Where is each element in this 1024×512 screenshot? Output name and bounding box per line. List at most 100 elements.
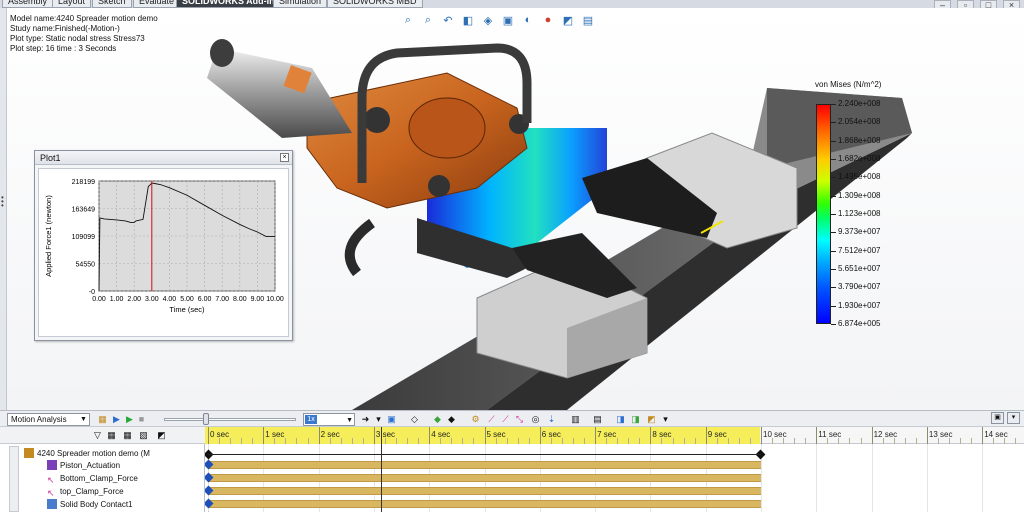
tree-item-piston-actuation[interactable]: Piston_Actuation — [47, 459, 120, 472]
stop-icon[interactable]: ■ — [136, 414, 147, 425]
plot-setup-icon[interactable]: ◨ — [630, 414, 641, 425]
legend-label: 7.512e+007 — [838, 245, 881, 255]
filter-selected-icon[interactable]: ▧ — [138, 430, 149, 441]
ruler-minor-tick — [628, 438, 630, 444]
playback-speed-select[interactable]: 1x ▼ — [303, 413, 355, 426]
legend-label: 5.651e+007 — [838, 264, 881, 273]
legend-tick — [831, 177, 836, 179]
legend-tick — [831, 214, 836, 215]
y-tick-label: 109099 — [72, 234, 95, 241]
time-bar[interactable] — [208, 500, 761, 508]
calculate-icon[interactable]: ▦ — [97, 414, 108, 425]
contact-icon — [47, 499, 57, 509]
timeline-active-range — [205, 427, 760, 444]
legend-tick — [831, 250, 836, 252]
timeline[interactable]: 0 sec 1 sec 2 sec 3 sec 4 sec 5 sec 6 sec 7 sec… — [205, 427, 1024, 512]
ruler-minor-tick — [384, 438, 386, 444]
legend-label: 1.123e+008 — [838, 209, 881, 218]
tree-item-label: Piston_Actuation — [60, 461, 121, 470]
animation-wizard-icon[interactable]: ◇ — [409, 414, 420, 425]
time-bar[interactable] — [208, 487, 761, 495]
tree-root-label: 4240 Spreader motion demo (M — [37, 449, 150, 458]
plot-close-button[interactable]: × — [280, 153, 289, 162]
plot-window[interactable]: Plot1 × 0.00 1.00 2.00 3.00 4.00 5.00 6.00 7.00… — [34, 150, 293, 341]
ruler-minor-tick — [827, 438, 829, 444]
ruler-tick — [429, 427, 431, 444]
time-bar[interactable] — [208, 474, 761, 482]
filter-animated-icon[interactable]: ▦ — [106, 430, 117, 441]
playback-slider-thumb[interactable] — [203, 413, 209, 425]
spring-icon[interactable]: ⟋ — [486, 414, 497, 425]
ruler-minor-tick — [528, 438, 530, 444]
hide-show-icon[interactable]: ◐ — [521, 13, 535, 27]
tab-evaluate[interactable]: Evaluate — [133, 0, 181, 8]
tree-item-solid-body-contact[interactable]: Solid Body Contact1 — [47, 498, 133, 511]
legend-label: 1.930e+007 — [838, 300, 881, 310]
ruler-minor-tick — [838, 438, 840, 444]
legend-label: 9.373e+007 — [838, 227, 881, 237]
display-manager-icon[interactable]: ▤ — [581, 13, 595, 27]
view-orientation-icon[interactable]: ◈ — [481, 13, 495, 27]
playback-slider[interactable] — [164, 418, 296, 421]
panel-float-button[interactable]: ▣ — [991, 412, 1004, 424]
contact-icon[interactable]: ◎ — [530, 414, 541, 425]
add-key-icon[interactable]: ◆ — [446, 414, 457, 425]
ruler-minor-tick — [683, 438, 685, 444]
motion-feature-tree: 4240 Spreader motion demo (M Piston_Actu… — [0, 444, 205, 512]
tab-solidworks-mbd[interactable]: SOLIDWORKS MBD — [327, 0, 423, 8]
tab-sketch[interactable]: Sketch — [92, 0, 132, 8]
time-cursor[interactable] — [381, 427, 382, 512]
damper-icon[interactable]: ⟋ — [500, 414, 511, 425]
panel-collapse-button[interactable]: ▾ — [1007, 412, 1020, 424]
zoom-area-icon[interactable]: ⌕ — [421, 13, 435, 27]
ruler-minor-tick — [462, 438, 464, 444]
motor-icon[interactable]: ⚙ — [470, 414, 481, 425]
gravity-icon[interactable]: ⇣ — [546, 414, 557, 425]
ruler-minor-tick — [517, 438, 519, 444]
playback-mode-icon[interactable]: ➜ — [360, 414, 371, 425]
tree-item-bottom-clamp-force[interactable]: ↖ Bottom_Clamp_Force — [47, 472, 138, 485]
export-icon[interactable]: ◩ — [646, 414, 657, 425]
plot-window-title[interactable]: Plot1 × — [35, 151, 292, 165]
legend-label: 1.309e+008 — [838, 190, 881, 200]
display-style-icon[interactable]: ▣ — [501, 13, 515, 27]
play-icon[interactable]: ▶ — [124, 414, 135, 425]
ruler-minor-tick — [351, 438, 353, 444]
study-properties-icon[interactable]: ▤ — [592, 414, 603, 425]
tab-assembly[interactable]: Assembly — [2, 0, 54, 8]
dropdown-icon[interactable]: ▾ — [660, 414, 671, 425]
appearance-icon[interactable]: ● — [541, 13, 555, 27]
filter-results-icon[interactable]: ◩ — [156, 430, 167, 441]
tab-simulation[interactable]: Simulation — [273, 0, 328, 8]
section-view-icon[interactable]: ◧ — [461, 13, 475, 27]
ruler-minor-tick — [561, 438, 563, 444]
results-icon[interactable]: ▥ — [570, 414, 581, 425]
tab-layout[interactable]: Layout — [52, 0, 92, 8]
feature-manager-collapsed[interactable]: • • • — [0, 8, 7, 410]
force-icon[interactable]: ⤡ — [514, 414, 525, 425]
timeline-ruler[interactable]: 0 sec 1 sec 2 sec 3 sec 4 sec 5 sec 6 sec 7 sec… — [205, 427, 1024, 444]
ruler-minor-tick — [893, 438, 895, 444]
previous-view-icon[interactable]: ↶ — [441, 13, 455, 27]
zoom-fit-icon[interactable]: ⌕ — [401, 13, 415, 27]
tree-scrollbar[interactable] — [9, 446, 19, 512]
model-info: Model name:4240 Spreader motion demo Stu… — [10, 14, 158, 54]
tree-item-top-clamp-force[interactable]: ↖ top_Clamp_Force — [47, 485, 124, 498]
filter-driving-icon[interactable]: ▦ — [122, 430, 133, 441]
filter-icon[interactable]: ▽ — [92, 430, 103, 441]
tab-solidworks-addins[interactable]: SOLIDWORKS Add-Ins — [176, 0, 286, 8]
ruler-minor-tick — [274, 438, 276, 444]
graphics-area[interactable]: Model name:4240 Spreader motion demo Stu… — [7, 8, 1024, 410]
scene-icon[interactable]: ◩ — [561, 13, 575, 27]
ruler-tick — [926, 427, 928, 444]
simulation-setup-icon[interactable]: ◨ — [615, 414, 626, 425]
rewind-icon[interactable]: ▶ — [111, 414, 122, 425]
save-animation-icon[interactable]: ▣ — [386, 414, 397, 425]
study-type-select[interactable]: Motion Analysis ▼ — [7, 413, 90, 426]
time-bar[interactable] — [208, 461, 761, 469]
expand-handle-icon[interactable]: • • • — [1, 194, 4, 210]
ruler-minor-tick — [882, 438, 884, 444]
dropdown-icon[interactable]: ▾ — [373, 414, 384, 425]
legend-label: 1.868e+008 — [838, 135, 881, 145]
autokey-icon[interactable]: ◆ — [432, 414, 443, 425]
